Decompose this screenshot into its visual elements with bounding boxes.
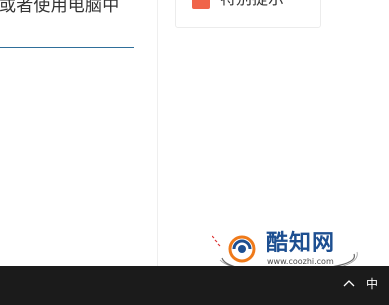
ime-indicator[interactable]: 中	[366, 276, 378, 292]
tip-icon	[192, 0, 210, 9]
section-divider	[0, 47, 134, 48]
windows-taskbar: 中	[0, 266, 389, 305]
article-text: 或者使用电脑中	[0, 0, 120, 16]
watermark-url: www.coozhi.com	[267, 257, 334, 266]
special-tip-card[interactable]: 特别提示	[175, 0, 321, 28]
column-separator	[157, 0, 158, 266]
coozhi-watermark: 酷知网 www.coozhi.com	[212, 228, 362, 266]
special-tip-label: 特别提示	[220, 0, 284, 9]
web-page: 或者使用电脑中 特别提示 酷知网 www.coozhi.com	[0, 0, 389, 266]
chevron-up-icon[interactable]	[342, 277, 356, 291]
watermark-brand: 酷知网	[266, 231, 336, 256]
